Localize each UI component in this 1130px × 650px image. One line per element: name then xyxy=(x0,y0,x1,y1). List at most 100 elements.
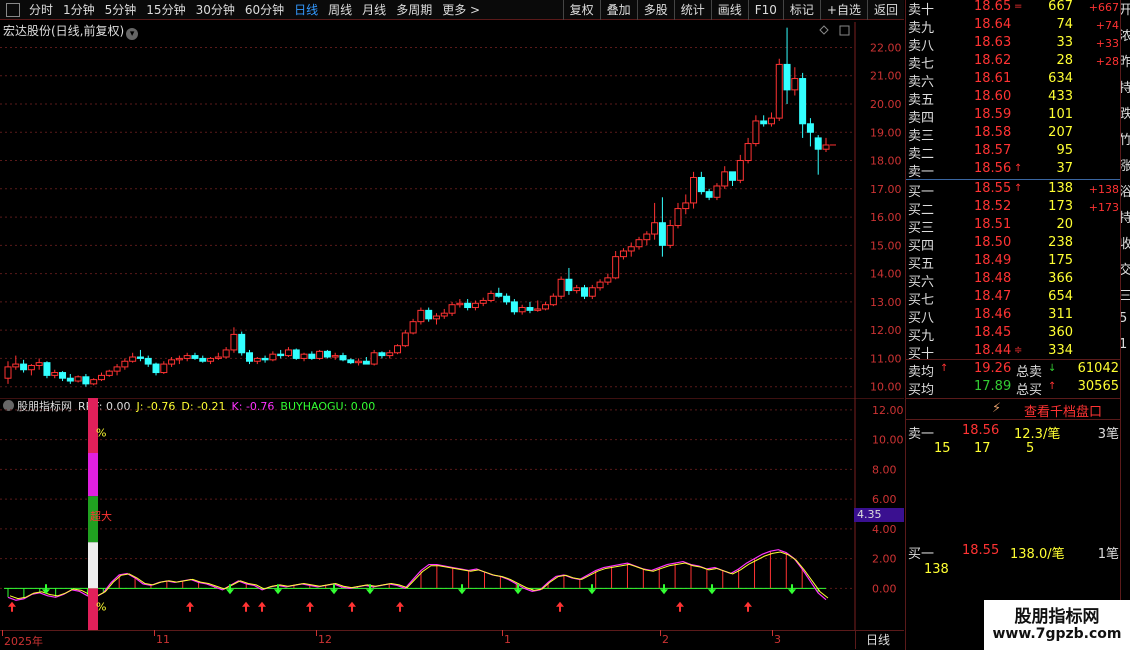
order-book-row[interactable]: 卖八 18.63 33 +33 xyxy=(906,35,1121,54)
period-tab[interactable]: 多周期 xyxy=(391,3,437,17)
period-tab[interactable]: 日线 xyxy=(289,3,323,17)
order-book-row[interactable]: 卖二 18.57 95 xyxy=(906,143,1121,162)
candle-body xyxy=(214,356,222,359)
toolbar-button[interactable]: +自选 xyxy=(819,0,867,20)
candle-body xyxy=(705,191,713,198)
candle-body xyxy=(129,356,137,362)
indicator-chart[interactable]: 12.00 10.00 8.00 6.00 4.00 2.00 0.00% 超大% xyxy=(0,398,904,630)
candle-body xyxy=(175,357,183,361)
order-book-row[interactable]: 买五 18.49 175 xyxy=(906,253,1121,272)
order-book-row[interactable]: 卖三 18.58 207 xyxy=(906,125,1121,144)
level-volume: 28 xyxy=(1056,53,1073,68)
order-book-row[interactable]: 买三 18.51 20 xyxy=(906,217,1121,236)
level-price: 18.56 xyxy=(974,161,1012,176)
candle-body xyxy=(464,302,472,309)
order-book-row[interactable]: 卖六 18.61 634 xyxy=(906,71,1121,90)
period-tab[interactable]: 5分钟 xyxy=(100,3,142,17)
level-label: 买三 xyxy=(908,221,935,236)
order-book-row[interactable]: 卖一 18.56 ↑ 37 xyxy=(906,161,1121,180)
candle-body xyxy=(588,287,596,297)
level-price: 18.50 xyxy=(974,235,1012,250)
candle-body xyxy=(144,357,152,365)
toolbar-button[interactable]: 标记 xyxy=(782,0,820,20)
order-book-row[interactable]: 卖七 18.62 28 +28 xyxy=(906,53,1121,72)
candle-body xyxy=(619,250,627,258)
price-tick: 14.00 xyxy=(870,268,902,281)
level-volume: 173 xyxy=(1048,199,1073,214)
current-value-tag: 4.35 xyxy=(854,508,904,522)
candle-body xyxy=(269,353,277,361)
candle-body xyxy=(510,301,518,313)
toolbar-button[interactable]: 叠加 xyxy=(599,0,637,20)
order-book-row[interactable]: 卖五 18.60 433 xyxy=(906,89,1121,108)
period-tab[interactable]: 15分钟 xyxy=(141,3,190,17)
thousand-depth-link[interactable]: 查看千档盘口 xyxy=(1024,401,1102,420)
level-price: 18.52 xyxy=(974,199,1012,214)
sell-arrow-icon xyxy=(788,584,796,595)
candle-body xyxy=(565,278,573,292)
level-price: 18.62 xyxy=(974,53,1012,68)
candle-body xyxy=(355,360,363,364)
edge-char: 涨 xyxy=(1121,155,1130,174)
level-label: 卖一 xyxy=(908,165,935,180)
level-volume: 37 xyxy=(1056,161,1073,176)
order-book-row[interactable]: 买一 18.55 ↑ 138 +138 xyxy=(906,181,1121,200)
level-label: 卖七 xyxy=(908,57,935,72)
period-tab[interactable]: 更多 > xyxy=(437,3,485,17)
panel-toggle-icon[interactable] xyxy=(6,2,20,17)
candlestick-chart[interactable]: 22.00 21.00 20.00 19.00 18.00 17.00 16.00 15.00… xyxy=(0,22,904,398)
date-tick-mark xyxy=(660,630,661,636)
candle-body xyxy=(331,355,339,358)
candle-body xyxy=(401,332,409,347)
order-book-row[interactable]: 买四 18.50 238 xyxy=(906,235,1121,254)
period-tab[interactable]: 1分钟 xyxy=(58,3,100,17)
candle-body xyxy=(596,281,604,289)
order-book-row[interactable]: 买二 18.52 173 +173 xyxy=(906,199,1121,218)
maximize-icon[interactable] xyxy=(839,25,850,36)
period-tab[interactable]: 分时 xyxy=(24,3,58,17)
signal-bar-white xyxy=(88,542,98,589)
period-tab[interactable]: 月线 xyxy=(357,3,391,17)
candle-body xyxy=(604,277,612,283)
period-tab[interactable]: 60分钟 xyxy=(240,3,289,17)
candle-body xyxy=(549,295,557,306)
order-book-row[interactable]: 卖九 18.64 74 +74 xyxy=(906,17,1121,36)
order-book-row[interactable]: 买九 18.45 360 xyxy=(906,325,1121,344)
level-volume: 654 xyxy=(1048,289,1073,304)
toolbar-button[interactable]: 返回 xyxy=(866,0,904,20)
order-book-row[interactable]: 卖十 18.65 = 667 +667 xyxy=(906,0,1121,18)
period-tab[interactable]: 周线 xyxy=(323,3,357,17)
watermark-url: www.7gpzb.com xyxy=(992,626,1122,642)
candle-body xyxy=(518,307,526,313)
toolbar-button[interactable]: F10 xyxy=(747,0,783,20)
toolbar-button[interactable]: 复权 xyxy=(562,0,600,20)
buy-avg-price: 17.89 xyxy=(974,379,1012,394)
order-book-row[interactable]: 卖四 18.59 101 xyxy=(906,107,1121,126)
level-price: 18.47 xyxy=(974,289,1012,304)
level-label: 买六 xyxy=(908,275,935,290)
period-tab[interactable]: 30分钟 xyxy=(191,3,240,17)
buy-arrow-icon xyxy=(556,601,564,612)
toolbar-button[interactable]: 画线 xyxy=(710,0,748,20)
toolbar-button[interactable]: 多股 xyxy=(636,0,674,20)
order-book-row[interactable]: 买六 18.48 366 xyxy=(906,271,1121,290)
level-change: +173 xyxy=(1088,201,1119,214)
sell-arrow-icon xyxy=(42,584,50,595)
candle-body xyxy=(495,292,503,297)
toolbar-button[interactable]: 统计 xyxy=(673,0,711,20)
level-arrow-icon: ↑ xyxy=(1014,183,1023,194)
order-book-row[interactable]: 买八 18.46 311 xyxy=(906,307,1121,326)
order-book-row[interactable]: 买七 18.47 654 xyxy=(906,289,1121,308)
candle-body xyxy=(121,360,129,368)
candle-body xyxy=(300,353,308,359)
watermark: 股朋指标网 www.7gpzb.com xyxy=(984,600,1130,650)
buy-arrow-icon xyxy=(186,601,194,612)
candle-body xyxy=(503,295,511,303)
level-arrow-icon: = xyxy=(1014,1,1023,12)
period-label[interactable]: 日线 xyxy=(855,631,904,649)
date-tick: 12 xyxy=(318,633,332,646)
edge-char: 浴 xyxy=(1121,181,1130,200)
level-price: 18.44 xyxy=(974,343,1012,358)
buy-arrow-icon xyxy=(258,601,266,612)
candle-body xyxy=(713,185,721,198)
